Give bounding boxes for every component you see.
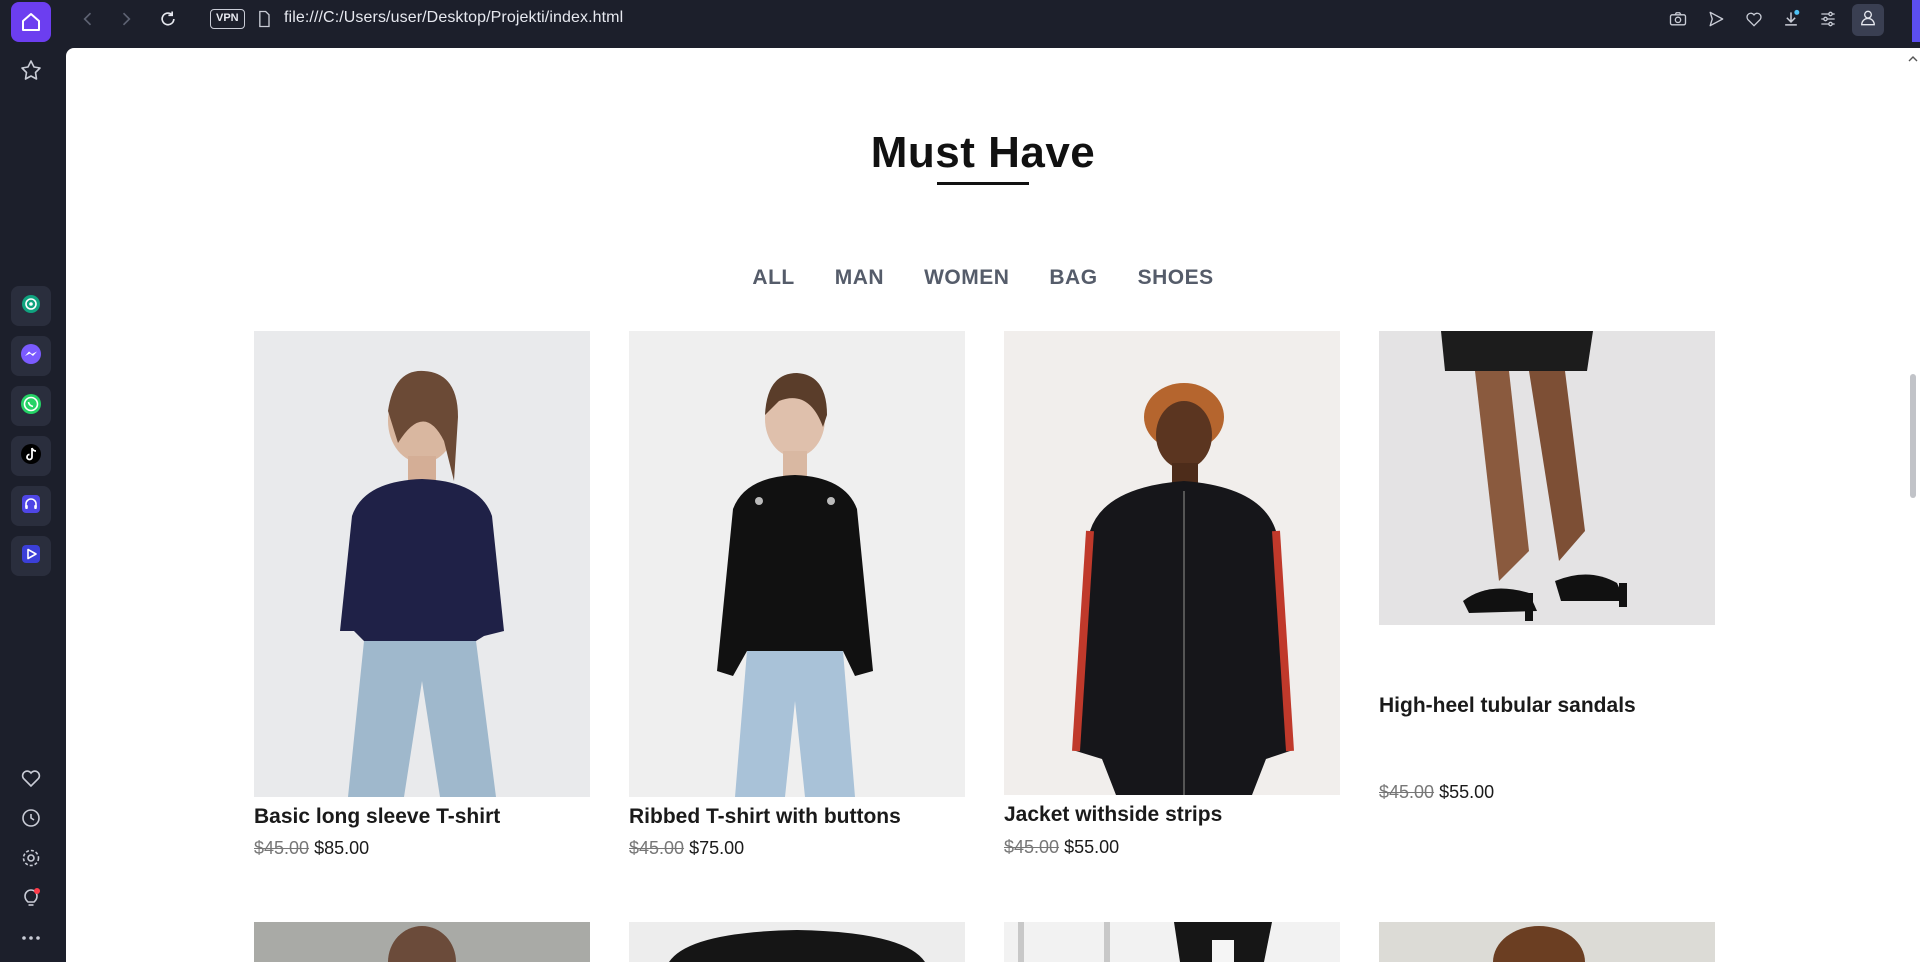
product-price: $45.00 $55.00: [1379, 782, 1494, 803]
send-icon: [1706, 9, 1726, 34]
easy-setup-button[interactable]: [1814, 7, 1842, 35]
settings-icon: [19, 846, 43, 875]
product-image[interactable]: [629, 922, 965, 962]
url-field[interactable]: file:///C:/Users/user/Desktop/Projekti/i…: [284, 9, 623, 27]
product-name[interactable]: Basic long sleeve T-shirt: [254, 805, 500, 829]
product-card[interactable]: Basic long sleeve T-shirt $45.00 $85.00: [254, 331, 590, 858]
product-card[interactable]: Jacket withside strips $45.00 $55.00: [1004, 331, 1340, 857]
product-card[interactable]: [629, 922, 965, 962]
chevron-left-icon: [78, 9, 98, 34]
reload-icon: [158, 9, 178, 34]
product-card[interactable]: [1004, 922, 1340, 962]
product-card[interactable]: High-heel tubular sandals $45.00 $55.00: [1379, 331, 1715, 802]
more-icon: [19, 926, 43, 955]
video-player-button[interactable]: [11, 536, 51, 576]
snapshot-button[interactable]: [1664, 7, 1692, 35]
chatgpt-button[interactable]: [11, 286, 51, 326]
music-player-button[interactable]: [11, 486, 51, 526]
product-image[interactable]: [1004, 922, 1340, 962]
browser-window: VPN file:///C:/Users/user/Desktop/Projek…: [0, 0, 1920, 962]
product-card[interactable]: Ribbed T-shirt with buttons $45.00 $75.00: [629, 331, 965, 858]
tiktok-icon: [19, 442, 43, 471]
whatsapp-button[interactable]: [11, 386, 51, 426]
tiktok-button[interactable]: [11, 436, 51, 476]
new-price: $55.00: [1439, 782, 1495, 802]
whatsapp-icon: [19, 392, 43, 421]
accent-strip: [1912, 0, 1920, 42]
chatgpt-icon: [19, 292, 43, 321]
filter-tab-bag[interactable]: BAG: [1049, 266, 1097, 290]
product-price: $45.00 $85.00: [254, 838, 369, 859]
old-price: $45.00: [1004, 837, 1060, 857]
file-icon: [254, 9, 274, 34]
product-image[interactable]: [254, 331, 590, 797]
favorites-button[interactable]: [11, 760, 51, 800]
product-card[interactable]: [254, 922, 590, 962]
forward-button[interactable]: [112, 7, 140, 35]
address-bar: VPN file:///C:/Users/user/Desktop/Projek…: [64, 0, 1920, 42]
filter-tab-man[interactable]: MAN: [835, 266, 884, 290]
new-price: $55.00: [1064, 837, 1120, 857]
profile-button[interactable]: [1852, 4, 1884, 36]
filter-tab-all[interactable]: ALL: [752, 266, 794, 290]
downloads-button[interactable]: [1777, 7, 1805, 35]
heart-icon: [1744, 9, 1764, 34]
camera-icon: [1668, 9, 1688, 34]
video-player-icon: [19, 542, 43, 571]
new-price: $85.00: [314, 838, 370, 858]
chevron-up-icon[interactable]: [1908, 51, 1918, 62]
scrollbar-thumb[interactable]: [1910, 374, 1916, 498]
product-name[interactable]: Jacket withside strips: [1004, 803, 1222, 827]
old-price: $45.00: [254, 838, 310, 858]
profile-icon: [1858, 8, 1878, 33]
home-button[interactable]: [11, 2, 51, 42]
product-name[interactable]: Ribbed T-shirt with buttons: [629, 805, 901, 829]
product-image[interactable]: [1379, 922, 1715, 962]
home-icon: [11, 2, 51, 42]
easy-setup-icon: [1818, 9, 1838, 34]
filter-tab-women[interactable]: WOMEN: [924, 266, 1009, 290]
history-button[interactable]: [11, 800, 51, 840]
pin-icon: [19, 58, 43, 87]
product-image[interactable]: [254, 922, 590, 962]
lightbulb-icon: [19, 886, 43, 915]
settings-button[interactable]: [11, 840, 51, 880]
page-info-button[interactable]: [250, 7, 278, 35]
more-button[interactable]: [11, 920, 51, 960]
product-card[interactable]: [1379, 922, 1715, 962]
messenger-icon: [19, 342, 43, 371]
product-price: $45.00 $75.00: [629, 838, 744, 859]
vpn-badge[interactable]: VPN: [210, 9, 245, 29]
product-price: $45.00 $55.00: [1004, 837, 1119, 858]
history-icon: [19, 806, 43, 835]
reload-button[interactable]: [154, 7, 182, 35]
old-price: $45.00: [629, 838, 685, 858]
tips-button[interactable]: [11, 880, 51, 920]
sidebar: [0, 0, 64, 962]
page-viewport: Must Have ALL MAN WOMEN BAG SHOES Basic: [66, 48, 1920, 962]
product-image[interactable]: [629, 331, 965, 797]
product-name[interactable]: High-heel tubular sandals: [1379, 694, 1636, 718]
new-price: $75.00: [689, 838, 745, 858]
title-underline: [937, 182, 1029, 185]
send-button[interactable]: [1702, 7, 1730, 35]
back-button[interactable]: [74, 7, 102, 35]
chevron-right-icon: [116, 9, 136, 34]
filter-tabs: ALL MAN WOMEN BAG SHOES: [66, 266, 1900, 290]
download-icon: [1781, 9, 1801, 34]
section-title: Must Have: [870, 128, 1096, 177]
bookmark-heart-button[interactable]: [1740, 7, 1768, 35]
messenger-button[interactable]: [11, 336, 51, 376]
heart-icon: [19, 766, 43, 795]
music-player-icon: [19, 492, 43, 521]
old-price: $45.00: [1379, 782, 1435, 802]
product-image[interactable]: [1004, 331, 1340, 795]
scrollbar[interactable]: [1906, 48, 1920, 962]
pin-button[interactable]: [11, 52, 51, 92]
product-image[interactable]: [1379, 331, 1715, 625]
filter-tab-shoes[interactable]: SHOES: [1138, 266, 1214, 290]
